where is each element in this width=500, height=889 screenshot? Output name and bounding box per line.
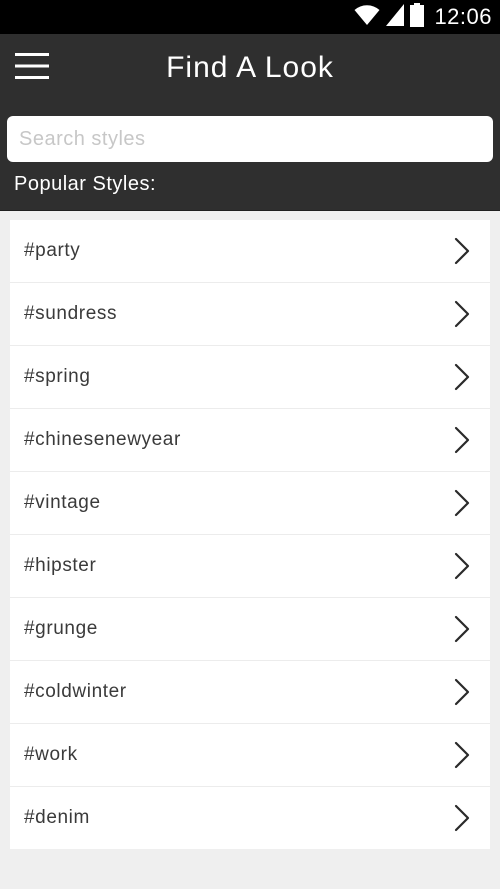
chevron-right-icon <box>454 237 470 265</box>
style-label: #work <box>24 744 78 765</box>
list-item[interactable]: #sundress <box>10 283 490 346</box>
status-bar: 12:06 <box>0 0 500 34</box>
chevron-right-icon <box>454 300 470 328</box>
search-input[interactable] <box>7 116 493 162</box>
status-time: 12:06 <box>434 4 492 29</box>
style-label: #grunge <box>24 618 98 639</box>
style-label: #sundress <box>24 303 118 324</box>
chevron-right-icon <box>454 426 470 454</box>
chevron-right-icon <box>454 615 470 643</box>
page-title: Find A Look <box>166 51 334 84</box>
list-item[interactable]: #party <box>10 220 490 283</box>
chevron-right-icon <box>454 363 470 391</box>
popular-styles-label: Popular Styles: <box>14 173 157 195</box>
list-item[interactable]: #vintage <box>10 472 490 535</box>
style-label: #denim <box>24 807 90 828</box>
popular-styles-list: #party #sundress #spring #chinesenewyear… <box>10 220 490 850</box>
list-item[interactable]: #spring <box>10 346 490 409</box>
style-label: #spring <box>24 366 91 387</box>
style-label: #coldwinter <box>24 681 127 702</box>
style-label: #vintage <box>24 492 101 513</box>
style-label: #chinesenewyear <box>24 429 181 450</box>
list-item[interactable]: #grunge <box>10 598 490 661</box>
list-item[interactable]: #hipster <box>10 535 490 598</box>
style-label: #party <box>24 240 81 261</box>
list-item[interactable]: #chinesenewyear <box>10 409 490 472</box>
signal-icon <box>386 3 405 31</box>
chevron-right-icon <box>454 804 470 832</box>
wifi-icon <box>354 4 380 31</box>
status-icons: 12:06 <box>354 0 492 34</box>
chevron-right-icon <box>454 489 470 517</box>
chevron-right-icon <box>454 741 470 769</box>
battery-icon <box>410 2 425 32</box>
app-bar: Find A Look Popular Styles: <box>0 34 500 211</box>
list-item[interactable]: #coldwinter <box>10 661 490 724</box>
chevron-right-icon <box>454 678 470 706</box>
chevron-right-icon <box>454 552 470 580</box>
list-item[interactable]: #work <box>10 724 490 787</box>
style-label: #hipster <box>24 555 97 576</box>
list-item[interactable]: #denim <box>10 787 490 850</box>
